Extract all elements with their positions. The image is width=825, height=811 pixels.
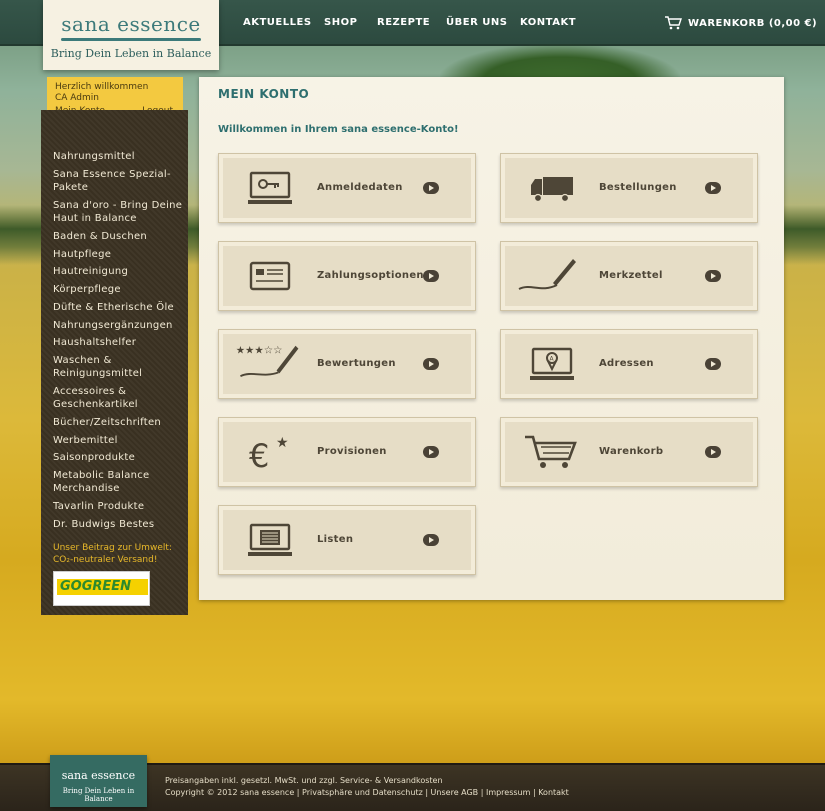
logo-brand: sana essence (61, 12, 201, 36)
svg-text:€: € (249, 437, 269, 471)
play-arrow-icon (705, 270, 721, 282)
tile-label: Provisionen (317, 446, 387, 457)
category-item[interactable]: Baden & Duschen (53, 227, 183, 245)
tile-warenkorb[interactable]: Warenkorb (500, 417, 758, 487)
category-item[interactable]: Accessoires & Geschenkartikel (53, 383, 183, 414)
category-item[interactable]: Waschen & Reinigungsmittel (53, 352, 183, 383)
welcome-intro: Willkommen in Ihrem sana essence-Konto! (218, 124, 459, 135)
play-arrow-icon (705, 182, 721, 194)
nav-rezepte[interactable]: REZEPTE (377, 17, 430, 28)
tile-label: Adressen (599, 358, 654, 369)
tile-merkzettel[interactable]: Merkzettel (500, 241, 758, 311)
tile-label: Warenkorb (599, 446, 664, 457)
tile-label: Zahlungsoptionen (317, 270, 424, 281)
tile-bestellungen[interactable]: Bestellungen (500, 153, 758, 223)
category-item[interactable]: Metabolic Balance Merchandise (53, 467, 183, 498)
svg-text:★★★☆☆: ★★★☆☆ (236, 344, 283, 356)
footer-logo-brand: sana essence (61, 769, 136, 782)
category-list: Nahrungsmittel Sana Essence Spezial-Pake… (53, 148, 183, 533)
nav-shop[interactable]: SHOP (324, 17, 357, 28)
welcome-user: CA Admin (55, 93, 99, 103)
category-item[interactable]: Haushaltshelfer (53, 334, 183, 352)
footer-logo[interactable]: sana essence Bring Dein Leben in Balance (50, 755, 147, 807)
stars-pen-icon: ★★★☆☆ (236, 344, 299, 378)
site-logo[interactable]: sana essence Bring Dein Leben in Balance (43, 0, 219, 70)
svg-text:A: A (550, 356, 555, 363)
truck-icon (531, 177, 573, 203)
category-item[interactable]: Bücher/Zeitschriften (53, 413, 183, 431)
list-laptop-icon (248, 523, 292, 556)
footer-logo-slogan: Bring Dein Leben in Balance (62, 787, 135, 803)
key-laptop-icon (248, 171, 292, 204)
tile-listen[interactable]: Listen (218, 505, 476, 575)
gogreen-text: GOGREEN (60, 579, 132, 594)
gogreen-badge: GOGREEN (53, 571, 150, 606)
footer-price-note: Preisangaben inkl. gesetzl. MwSt. und zz… (165, 776, 443, 785)
category-item[interactable]: Sana d'oro - Bring Deine Haut in Balance (53, 197, 183, 228)
footer-links[interactable]: Copyright © 2012 sana essence | Privatsp… (165, 787, 569, 799)
welcome-greeting: Herzlich willkommen (55, 82, 149, 92)
category-item[interactable]: Tavarlin Produkte (53, 498, 183, 516)
footer-text: Preisangaben inkl. gesetzl. MwSt. und zz… (165, 775, 569, 799)
category-item[interactable]: Dr. Budwigs Bestes (53, 515, 183, 533)
tile-adressen[interactable]: A Adressen (500, 329, 758, 399)
tile-zahlungsoptionen[interactable]: Zahlungsoptionen (218, 241, 476, 311)
eco-line-1: Unser Beitrag zur Umwelt: (53, 543, 172, 553)
cart-label: WARENKORB (0,00 €) (688, 17, 818, 29)
account-panel: MEIN KONTO Willkommen in Ihrem sana esse… (199, 77, 784, 600)
tile-provisionen[interactable]: € ★ Provisionen (218, 417, 476, 487)
category-item[interactable]: Sana Essence Spezial-Pakete (53, 166, 183, 197)
play-arrow-icon (423, 182, 439, 194)
nav-aktuelles[interactable]: AKTUELLES (243, 17, 312, 28)
category-item[interactable]: Hautpflege (53, 245, 183, 263)
category-item[interactable]: Düfte & Etherische Öle (53, 298, 183, 316)
cart-link[interactable]: WARENKORB (0,00 €) (664, 16, 817, 30)
background-tree (440, 44, 680, 80)
nav-kontakt[interactable]: KONTAKT (520, 17, 576, 28)
tile-anmeldedaten[interactable]: Anmeldedaten (218, 153, 476, 223)
shopping-cart-icon (525, 435, 577, 468)
category-item[interactable]: Werbemittel (53, 431, 183, 449)
play-arrow-icon (423, 446, 439, 458)
tile-label: Bestellungen (599, 182, 677, 193)
category-item[interactable]: Körperpflege (53, 281, 183, 299)
page-title: MEIN KONTO (218, 87, 310, 101)
category-item[interactable]: Nahrungsergänzungen (53, 316, 183, 334)
category-item[interactable]: Nahrungsmittel (53, 148, 183, 166)
play-arrow-icon (423, 534, 439, 546)
eco-notice: Unser Beitrag zur Umwelt: CO₂-neutraler … (53, 542, 183, 566)
play-arrow-icon (423, 358, 439, 370)
category-sidebar: Nahrungsmittel Sana Essence Spezial-Pake… (41, 110, 188, 615)
tile-label: Merkzettel (599, 270, 663, 281)
tile-label: Bewertungen (317, 358, 396, 369)
logo-slogan: Bring Dein Leben in Balance (50, 47, 212, 60)
category-item[interactable]: Saisonprodukte (53, 449, 183, 467)
svg-text:★: ★ (276, 435, 289, 451)
pen-icon (518, 259, 576, 290)
play-arrow-icon (705, 358, 721, 370)
play-arrow-icon (705, 446, 721, 458)
category-item[interactable]: Hautreinigung (53, 263, 183, 281)
map-pin-laptop-icon: A (530, 347, 574, 380)
tile-bewertungen[interactable]: ★★★☆☆ Bewertungen (218, 329, 476, 399)
tile-label: Listen (317, 534, 354, 545)
credit-card-icon (249, 261, 291, 291)
eco-line-2: CO₂-neutraler Versand! (53, 555, 158, 565)
euro-star-icon: € ★ (249, 435, 289, 471)
shopping-cart-icon (665, 16, 682, 30)
tile-label: Anmeldedaten (317, 182, 403, 193)
logo-swoosh (61, 38, 201, 41)
play-arrow-icon (423, 270, 439, 282)
nav-ueber-uns[interactable]: ÜBER UNS (446, 17, 507, 28)
